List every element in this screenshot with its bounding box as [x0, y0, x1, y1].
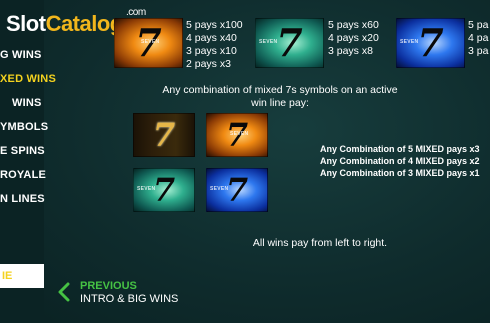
pay-line: 3 pa — [468, 45, 489, 57]
green-seven-symbol: SEVEN 7 — [255, 18, 324, 68]
pay-line: 5 pa — [468, 19, 489, 31]
seven-icon: 7 — [276, 20, 303, 65]
orange-seven-symbol-small: SEVEN 7 — [206, 113, 268, 157]
mixed-paytable: Any Combination of 5 MIXED pays x3 Any C… — [320, 143, 490, 179]
pay-line: 3 pays x8 — [328, 45, 373, 57]
pay-line: 4 pa — [468, 32, 489, 44]
seven-icon: 7 — [417, 20, 444, 65]
green-paytable: 5 pays x60 4 pays x20 3 pays x8 — [328, 19, 379, 58]
logo: SlotCatalog .com — [6, 7, 146, 37]
sidebar-bottom-button-label: IE — [2, 270, 13, 282]
tile-tag: SEVEN — [400, 39, 419, 45]
pay-line: 5 pays x100 — [186, 19, 243, 31]
pay-line: 5 pays x60 — [328, 19, 379, 31]
tile-tag: SEVEN — [210, 186, 229, 192]
blue-seven-symbol-small: SEVEN 7 — [206, 168, 268, 212]
tile-tag: SEVEN — [230, 131, 249, 137]
all-wins-note: All wins pay from left to right. — [252, 237, 388, 249]
pay-line: 4 pays x20 — [328, 32, 379, 44]
chevron-left-icon[interactable] — [57, 282, 71, 302]
seven-icon: 7 — [225, 171, 249, 209]
gold-seven-symbol: 7 — [133, 113, 195, 157]
sidebar-bottom-button[interactable]: IE — [0, 264, 44, 288]
orange-seven-symbol: SEVEN 7 — [114, 18, 183, 68]
sidebar-item-label: ROYALE — [0, 169, 47, 181]
pay-line: 2 pays x3 — [186, 58, 231, 70]
mixed-pay-line: Any Combination of 3 MIXED pays x1 — [320, 168, 480, 178]
orange-paytable: 5 pays x100 4 pays x40 3 pays x10 2 pays… — [186, 19, 243, 71]
sidebar-item-label: XED WINS — [0, 73, 56, 85]
tile-tag: SEVEN — [259, 39, 278, 45]
sidebar-item-label: WINS — [12, 97, 42, 109]
blue-seven-symbol: SEVEN 7 — [396, 18, 465, 68]
mixed-sevens-note: Any combination of mixed 7s symbols on a… — [162, 84, 398, 109]
sidebar-item-label: N LINES — [0, 193, 45, 205]
seven-icon: 7 — [152, 171, 176, 209]
pay-line: 3 pays x10 — [186, 45, 237, 57]
blue-paytable: 5 pa 4 pa 3 pa — [468, 19, 490, 58]
sidebar-item-label: YMBOLS — [0, 121, 49, 133]
mixed-pay-line: Any Combination of 4 MIXED pays x2 — [320, 156, 480, 166]
tile-tag: SEVEN — [141, 39, 160, 45]
seven-icon: 7 — [152, 116, 176, 154]
logo-suffix: .com — [126, 7, 146, 18]
previous-target-label[interactable]: INTRO & BIG WINS — [80, 293, 178, 305]
sidebar-item-label: E SPINS — [0, 145, 45, 157]
logo-slot: Slot — [6, 11, 46, 36]
tile-tag: SEVEN — [137, 186, 156, 192]
logo-catalog: Catalog — [45, 11, 124, 36]
sidebar-item-label: G WINS — [0, 49, 42, 61]
pay-line: 4 pays x40 — [186, 32, 237, 44]
green-seven-symbol-small: SEVEN 7 — [133, 168, 195, 212]
previous-button[interactable]: PREVIOUS — [80, 280, 137, 292]
mixed-pay-line: Any Combination of 5 MIXED pays x3 — [320, 144, 480, 154]
